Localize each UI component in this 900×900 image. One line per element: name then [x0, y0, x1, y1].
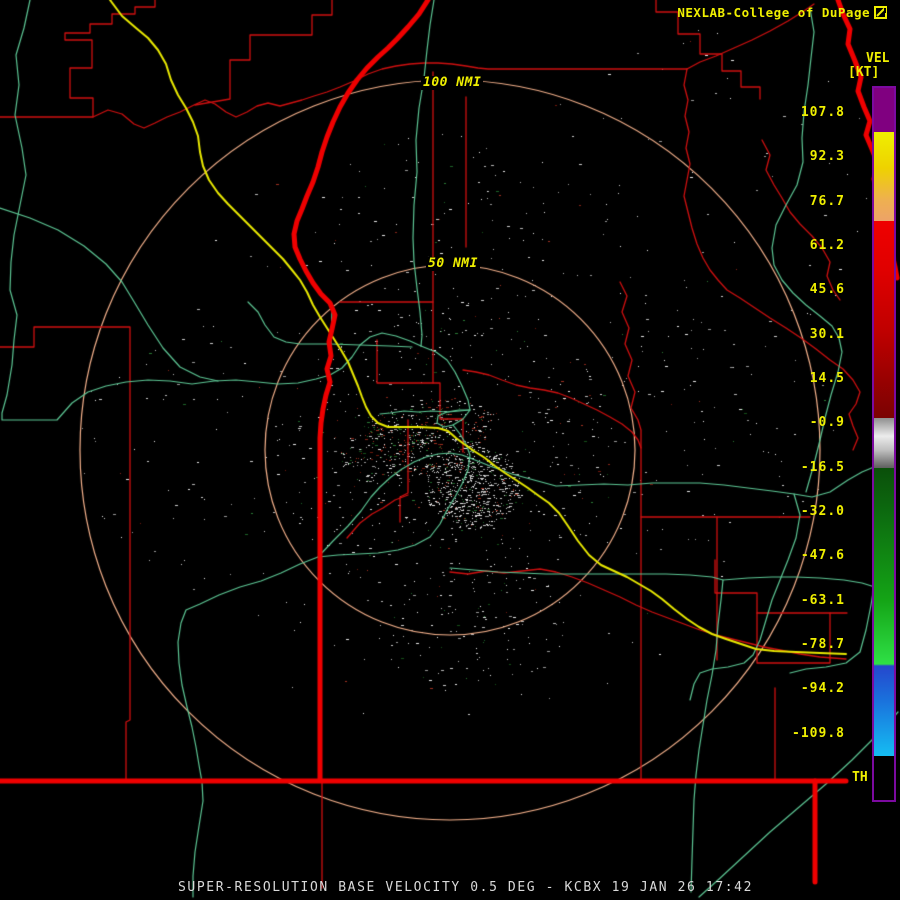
colorbar-th-label: TH: [852, 770, 868, 785]
legend-units: [KT]: [848, 65, 880, 80]
colorbar-tick-label: -94.2: [800, 681, 845, 696]
brand-label: NEXLAB-College of DuPage: [677, 5, 870, 20]
colorbar-tick-label: 76.7: [809, 194, 845, 209]
colorbar-tick-label: -16.5: [800, 460, 845, 475]
colorbar-tick-label: 30.1: [809, 327, 845, 342]
velocity-colorbar: [872, 86, 896, 802]
velocity-colorbar-gradient: [874, 88, 894, 800]
cod-logo-icon: [874, 5, 888, 19]
colorbar-tick-label: 45.6: [809, 282, 845, 297]
product-title: SUPER-RESOLUTION BASE VELOCITY 0.5 DEG -…: [178, 880, 754, 895]
colorbar-tick-label: 14.5: [809, 371, 845, 386]
range-ring-label-100nmi: 100 NMI: [421, 75, 484, 90]
radar-viewer-page: NEXLAB-College of DuPage VEL [KT] 107.8 9…: [0, 0, 900, 900]
colorbar-tick-label: 107.8: [800, 105, 845, 120]
legend-title: VEL: [866, 51, 890, 66]
range-ring-label-50nmi: 50 NMI: [426, 256, 480, 271]
colorbar-tick-label: -63.1: [800, 593, 845, 608]
colorbar-tick-label: 61.2: [809, 238, 845, 253]
colorbar-tick-label: 92.3: [809, 149, 845, 164]
colorbar-tick-label: -0.9: [809, 415, 845, 430]
colorbar-tick-label: -47.6: [800, 548, 845, 563]
colorbar-tick-label: -32.0: [800, 504, 845, 519]
radar-map-canvas: [0, 0, 900, 900]
colorbar-tick-label: -109.8: [792, 726, 845, 741]
colorbar-tick-label: -78.7: [800, 637, 845, 652]
